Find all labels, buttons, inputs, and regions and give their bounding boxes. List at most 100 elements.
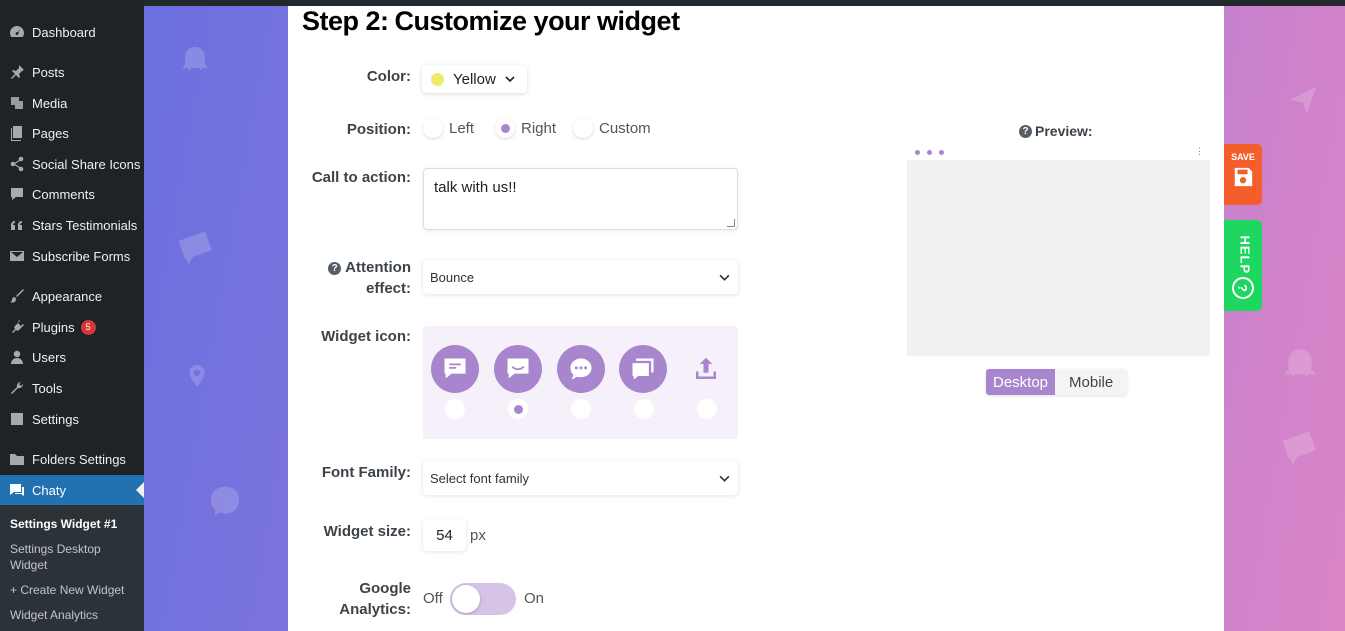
- help-question-icon[interactable]: ?: [328, 262, 342, 275]
- attention-effect-select[interactable]: Bounce: [423, 260, 738, 294]
- font-family-select[interactable]: Select font family: [423, 461, 738, 495]
- sms-icon: [1278, 426, 1323, 474]
- submenu-widget-analytics[interactable]: Widget Analytics: [10, 607, 140, 623]
- widget-size-label: Widget size:: [323, 523, 411, 540]
- sidebar-item-dashboard[interactable]: Dashboard: [0, 17, 144, 47]
- widget-icon-radio[interactable]: [571, 399, 591, 419]
- tab-desktop[interactable]: Desktop: [986, 369, 1056, 395]
- question-circle-icon: ?: [1232, 277, 1254, 299]
- pages-icon: [8, 124, 26, 142]
- color-swatch: [431, 72, 444, 86]
- widget-size-input[interactable]: 54: [423, 519, 466, 551]
- widget-icon-radio[interactable]: [508, 399, 528, 419]
- pin-icon: [8, 63, 26, 81]
- tab-mobile[interactable]: Mobile: [1055, 369, 1128, 395]
- sidebar-item-stars-testimonials[interactable]: Stars Testimonials: [0, 210, 144, 240]
- save-label: SAVE: [1231, 152, 1255, 162]
- sidebar-item-label: Appearance: [32, 288, 103, 304]
- preview-browser-bar: ⋮: [907, 145, 1210, 160]
- send-icon: [1287, 84, 1319, 121]
- folder-icon: [8, 450, 26, 468]
- position-radio-custom[interactable]: Custom: [573, 118, 651, 138]
- sidebar-item-label: Media: [32, 95, 68, 111]
- widget-icon-radio[interactable]: [634, 399, 654, 419]
- help-button[interactable]: HELP ?: [1224, 220, 1262, 311]
- active-arrow: [136, 482, 144, 498]
- chat-stack-icon[interactable]: [619, 345, 667, 393]
- google-analytics-toggle[interactable]: [450, 583, 516, 615]
- font-family-label: Font Family:: [321, 464, 411, 481]
- widget-icon-label: Widget icon:: [321, 328, 411, 345]
- sidebar-item-pages[interactable]: Pages: [0, 118, 144, 148]
- save-button[interactable]: SAVE: [1224, 144, 1262, 205]
- resize-handle[interactable]: [727, 219, 735, 227]
- toggle-on-label: On: [524, 590, 545, 607]
- sidebar-item-folders-settings[interactable]: Folders Settings: [0, 444, 144, 474]
- radio-label: Custom: [599, 119, 651, 137]
- size-unit: px: [470, 527, 486, 544]
- sms-icon: [174, 226, 219, 274]
- sidebar-item-label: Dashboard: [32, 24, 96, 40]
- radio-label: Right: [521, 119, 557, 137]
- radio-circle: [495, 118, 515, 138]
- sidebar-item-settings[interactable]: Settings: [0, 404, 144, 434]
- chaty-submenu: Settings Widget #1 Settings Desktop Widg…: [0, 505, 144, 631]
- toggle-off-label: Off: [423, 590, 443, 607]
- select-value: Bounce: [430, 269, 475, 285]
- step-heading: Customize your widget: [394, 6, 681, 36]
- submenu-create-new-widget[interactable]: + Create New Widget: [10, 582, 140, 598]
- chat-dots-icon[interactable]: [557, 345, 605, 393]
- sidebar-item-comments[interactable]: Comments: [0, 179, 144, 209]
- widget-icon-radio[interactable]: [697, 399, 717, 419]
- browser-dot: [939, 150, 944, 155]
- upload-icon[interactable]: [691, 354, 721, 384]
- chat-icon: [8, 481, 26, 499]
- color-label: Color:: [366, 68, 411, 85]
- sidebar-item-posts[interactable]: Posts: [0, 57, 144, 87]
- position-label: Position:: [346, 121, 411, 138]
- sidebar-item-chaty[interactable]: Chaty: [0, 475, 144, 505]
- widget-icon-picker: [423, 326, 738, 439]
- sidebar-item-label: Folders Settings: [32, 451, 126, 467]
- dashboard-icon: [8, 23, 26, 41]
- google-analytics-label: Google Analytics:: [339, 580, 411, 618]
- help-question-icon[interactable]: ?: [1019, 124, 1032, 138]
- messenger-icon: [208, 484, 242, 523]
- ghost-icon: [178, 44, 212, 83]
- plugin-icon: [8, 318, 26, 336]
- sidebar-item-appearance[interactable]: Appearance: [0, 281, 144, 311]
- chat-bubble-smile-icon[interactable]: [494, 345, 542, 393]
- location-pin-icon: [184, 361, 210, 396]
- chat-bubble-lines-icon[interactable]: [431, 345, 479, 393]
- color-select[interactable]: Yellow: [422, 65, 527, 93]
- color-value: Yellow: [453, 70, 496, 88]
- sidebar-item-subscribe-forms[interactable]: Subscribe Forms: [0, 241, 144, 271]
- sidebar-item-plugins[interactable]: Plugins 5: [0, 312, 144, 342]
- browser-dot: [927, 150, 932, 155]
- sidebar-item-social-share-icons[interactable]: Social Share Icons: [0, 149, 144, 179]
- position-radio-right[interactable]: Right: [495, 118, 556, 138]
- cta-text: talk with us!!: [434, 179, 517, 196]
- admin-sidebar: Dashboard Posts Media Pages Social Share…: [0, 0, 144, 631]
- widget-icon-radio[interactable]: [445, 399, 465, 419]
- help-label: HELP: [1237, 235, 1253, 275]
- preview-title: ? Preview:: [1019, 123, 1093, 139]
- submenu-settings-widget-1[interactable]: Settings Widget #1: [10, 516, 140, 532]
- sidebar-item-users[interactable]: Users: [0, 342, 144, 372]
- sidebar-item-media[interactable]: Media: [0, 88, 144, 118]
- sidebar-item-label: Social Share Icons: [32, 156, 141, 172]
- cta-textarea[interactable]: talk with us!!: [423, 168, 738, 230]
- sidebar-item-label: Pages: [32, 125, 69, 141]
- more-vertical-icon: ⋮: [1195, 146, 1204, 156]
- chevron-down-icon: [719, 274, 730, 281]
- brush-icon: [8, 287, 26, 305]
- chevron-down-icon: [505, 76, 515, 83]
- submenu-settings-desktop-widget[interactable]: Settings Desktop Widget: [10, 541, 140, 573]
- sidebar-item-label: Users: [32, 349, 66, 365]
- chevron-down-icon: [719, 475, 730, 482]
- sidebar-item-tools[interactable]: Tools: [0, 373, 144, 403]
- step-title: Step 2: Customize your widget: [302, 6, 680, 37]
- cta-label: Call to action:: [311, 169, 411, 186]
- position-radio-left[interactable]: Left: [423, 118, 474, 138]
- toggle-knob: [452, 585, 480, 613]
